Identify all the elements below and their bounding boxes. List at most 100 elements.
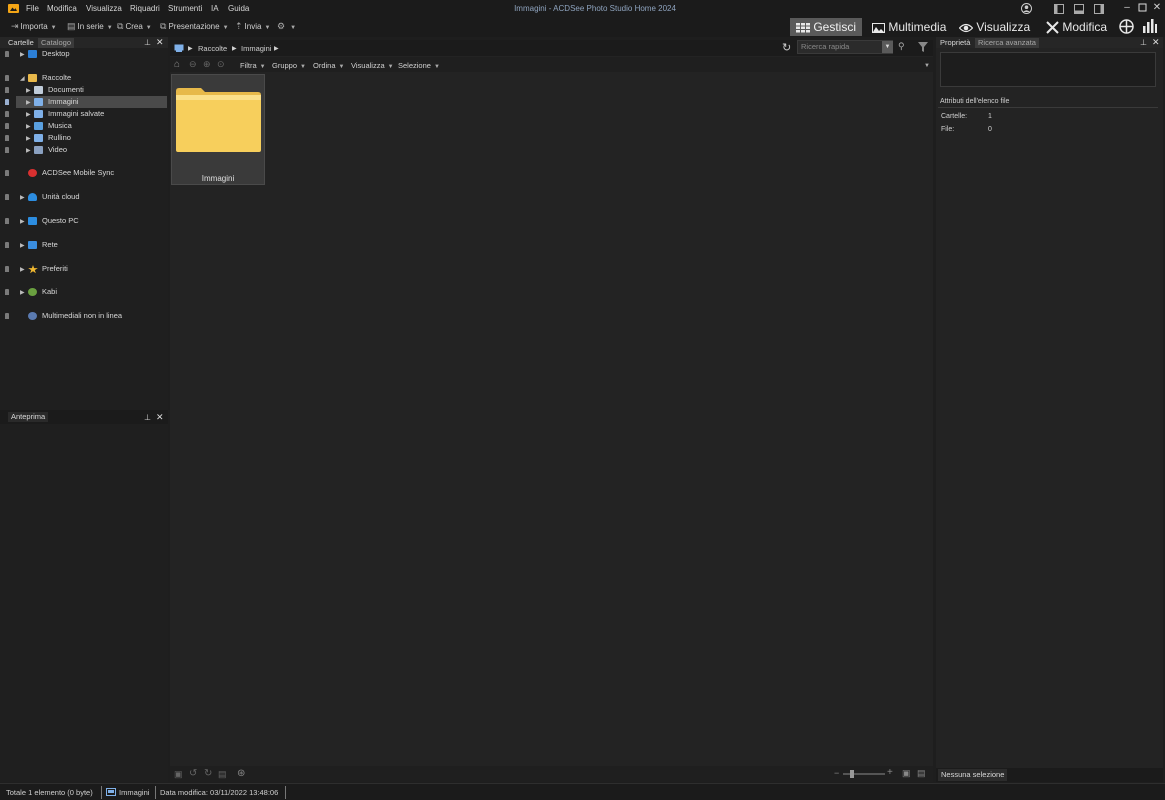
tab-cartelle[interactable]: Cartelle: [5, 38, 37, 48]
up-icon[interactable]: ⊙: [217, 59, 225, 70]
preview-close-icon[interactable]: ✕: [156, 412, 164, 423]
settings-button[interactable]: ⚙ ▼: [277, 21, 296, 32]
thumbnail-item[interactable]: [171, 74, 265, 185]
attr-folders-label: Cartelle:: [941, 113, 968, 120]
tree-pin-icon[interactable]: [5, 75, 9, 81]
tree-pin-icon[interactable]: [5, 51, 9, 57]
tree-pin-icon[interactable]: [5, 123, 9, 129]
tree-pin-icon[interactable]: [5, 99, 9, 105]
tree-item-label: Rullino: [48, 133, 71, 142]
slideshow-button[interactable]: ⧉ Presentazione ▼: [160, 21, 229, 32]
zoom-out-icon[interactable]: −: [834, 768, 839, 778]
forward-icon[interactable]: ⊕: [203, 59, 211, 70]
filter-icon[interactable]: [918, 42, 928, 52]
tree-pin-icon[interactable]: [5, 111, 9, 117]
tree-pin-icon[interactable]: [5, 218, 9, 224]
view-menu[interactable]: Visualizza ▼: [351, 61, 394, 70]
expand-arrow-icon[interactable]: ▶: [26, 135, 31, 142]
home-icon[interactable]: ⌂: [174, 59, 180, 70]
tree-item[interactable]: [0, 286, 167, 298]
group-menu[interactable]: Gruppo ▼: [272, 61, 306, 70]
expand-arrow-icon[interactable]: ▶: [26, 111, 31, 118]
tree-pin-icon[interactable]: [5, 313, 9, 319]
filterbar-overflow-icon[interactable]: ▼: [924, 63, 930, 69]
expand-arrow-icon[interactable]: ▶: [26, 87, 31, 94]
play-icon[interactable]: ⊛: [237, 768, 245, 779]
tree-pin-icon[interactable]: [5, 135, 9, 141]
back-icon[interactable]: ⊖: [189, 59, 197, 70]
expand-arrow-icon[interactable]: ▶: [26, 99, 31, 106]
tree-pin-icon[interactable]: [5, 194, 9, 200]
search-dropdown-icon[interactable]: ▼: [882, 41, 893, 53]
tree-pin-icon[interactable]: [5, 289, 9, 295]
crumb-separator-icon[interactable]: ▶: [274, 45, 279, 52]
compare-icon[interactable]: ▤: [218, 769, 227, 780]
tree-item[interactable]: [0, 72, 167, 84]
import-button[interactable]: ⇥ Importa ▼: [11, 21, 57, 32]
crumb-raccolte[interactable]: Raccolte: [198, 44, 227, 53]
select-menu[interactable]: Selezione ▼: [398, 61, 440, 70]
expand-arrow-icon[interactable]: ▶: [26, 123, 31, 130]
tree-pin-icon[interactable]: [5, 242, 9, 248]
filter-menu[interactable]: Filtra ▼: [240, 61, 266, 70]
mode-edit-button[interactable]: Modifica: [1040, 18, 1113, 36]
close-panel-icon[interactable]: ✕: [156, 37, 164, 48]
create-button[interactable]: ⧉ Crea ▼: [117, 21, 152, 32]
redo-icon[interactable]: ↻: [204, 768, 212, 779]
crumb-separator-icon[interactable]: ▶: [188, 45, 193, 52]
zoom-in-icon[interactable]: +: [887, 767, 893, 778]
tree-pin-icon[interactable]: [5, 147, 9, 153]
expand-arrow-icon[interactable]: ▶: [20, 289, 25, 296]
tree-pin-icon[interactable]: [5, 266, 9, 272]
bottom-pane-toggle-icon[interactable]: [1074, 4, 1084, 14]
rotate-left-icon[interactable]: ▣: [174, 769, 183, 780]
undo-icon[interactable]: ↺: [189, 768, 197, 779]
tree-pin-icon[interactable]: [5, 170, 9, 176]
right-pane-toggle-icon[interactable]: [1094, 4, 1104, 14]
left-pane-toggle-icon[interactable]: [1054, 4, 1064, 14]
expand-arrow-icon[interactable]: ▶: [20, 266, 25, 273]
mode-365-icon[interactable]: [1119, 19, 1134, 34]
tree-item[interactable]: [0, 191, 167, 203]
maximize-icon[interactable]: [1136, 3, 1148, 13]
mode-media-button[interactable]: Multimedia: [866, 18, 952, 36]
crumb-separator-icon[interactable]: ▶: [232, 45, 237, 52]
tree-item[interactable]: [0, 48, 167, 60]
crumb-immagini[interactable]: Immagini: [241, 44, 271, 53]
mode-manage-button[interactable]: Gestisci: [790, 18, 863, 36]
expand-arrow-icon[interactable]: ▶: [26, 147, 31, 154]
tab-anteprima[interactable]: Anteprima: [8, 412, 49, 422]
tab-ricerca-avanzata[interactable]: Ricerca avanzata: [975, 38, 1039, 48]
thumbnail-view-icon[interactable]: ▣: [902, 768, 911, 779]
refresh-icon[interactable]: ↻: [782, 41, 791, 54]
minimize-icon[interactable]: –: [1121, 3, 1133, 13]
pin-icon[interactable]: ⊥: [144, 38, 151, 47]
properties-pin-icon[interactable]: ⊥: [1140, 38, 1147, 47]
zoom-slider-handle[interactable]: [850, 770, 854, 778]
tab-proprieta[interactable]: Proprietà: [937, 38, 973, 48]
expand-arrow-icon[interactable]: ▶: [20, 218, 25, 225]
tab-nessuna-selezione[interactable]: Nessuna selezione: [938, 769, 1008, 781]
expand-arrow-icon[interactable]: ▶: [20, 51, 25, 58]
address-root-icon[interactable]: [174, 44, 184, 52]
properties-close-icon[interactable]: ✕: [1152, 37, 1160, 48]
batch-button[interactable]: ▤ In serie ▼: [67, 21, 113, 32]
tree-item[interactable]: [0, 215, 167, 227]
tree-item[interactable]: [0, 263, 167, 275]
expand-arrow-icon[interactable]: ▶: [20, 242, 25, 249]
tab-catalogo[interactable]: Catalogo: [38, 38, 75, 48]
dashboard-icon[interactable]: [1143, 19, 1157, 33]
quick-search-input[interactable]: Ricerca rapida: [797, 40, 893, 54]
mode-view-button[interactable]: Visualizza: [953, 18, 1036, 36]
expand-arrow-icon[interactable]: ▶: [20, 194, 25, 201]
details-view-icon[interactable]: ▤: [917, 768, 926, 779]
tree-pin-icon[interactable]: [5, 87, 9, 93]
tree-item[interactable]: [0, 239, 167, 251]
preview-pin-icon[interactable]: ⊥: [144, 413, 151, 422]
search-icon[interactable]: ⚲: [898, 41, 905, 52]
sort-menu[interactable]: Ordina ▼: [313, 61, 344, 70]
send-button[interactable]: ⇡ Invia ▼: [235, 21, 270, 32]
collapse-arrow-icon[interactable]: ◢: [20, 75, 25, 82]
account-icon[interactable]: [1021, 3, 1032, 14]
close-window-icon[interactable]: ✕: [1151, 3, 1163, 13]
